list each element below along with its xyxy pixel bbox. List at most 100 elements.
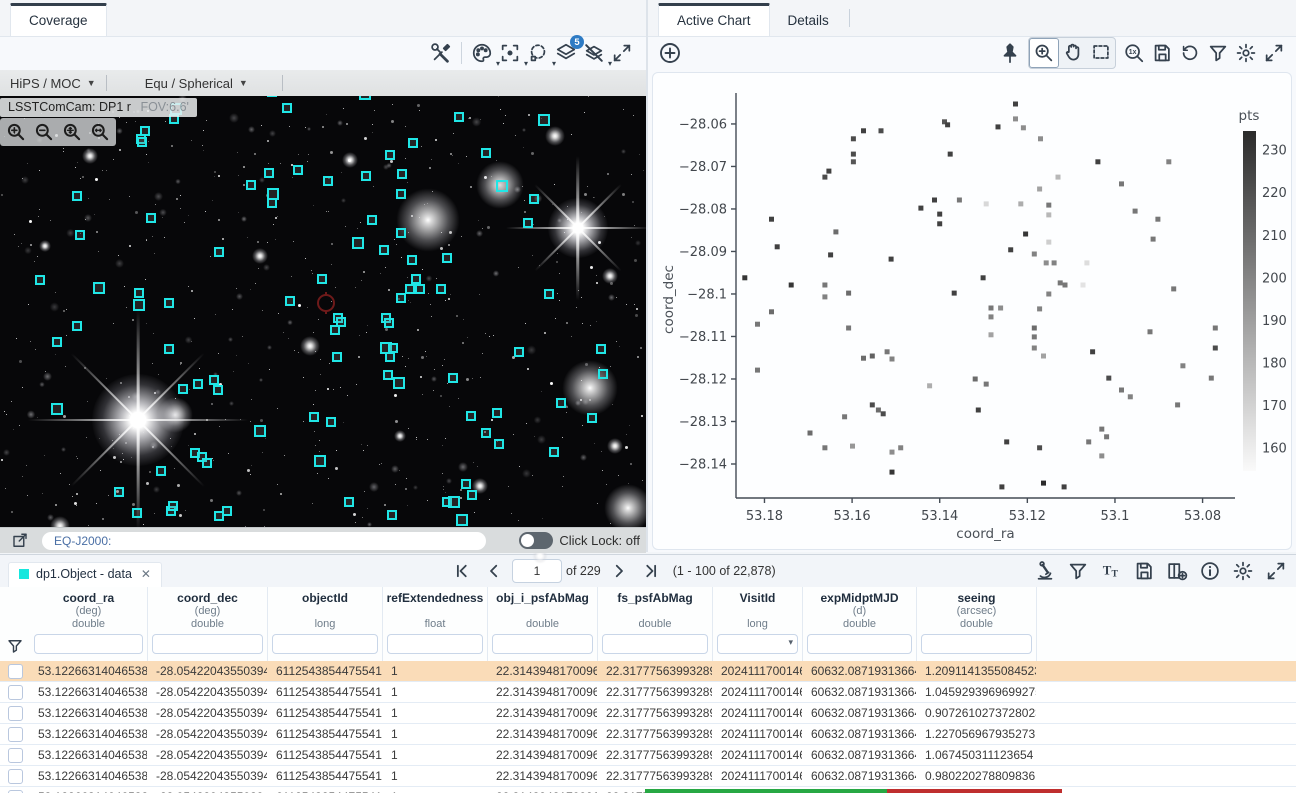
catalog-marker[interactable] xyxy=(448,373,458,383)
save-icon[interactable] xyxy=(1130,557,1158,585)
zoom-fit-icon[interactable] xyxy=(60,120,84,144)
catalog-marker[interactable] xyxy=(214,247,224,257)
catalog-marker[interactable] xyxy=(467,490,477,500)
catalog-marker[interactable] xyxy=(267,198,277,208)
catalog-marker[interactable] xyxy=(397,169,407,179)
catalog-marker[interactable] xyxy=(596,344,606,354)
catalog-marker[interactable] xyxy=(538,114,550,126)
catalog-marker[interactable] xyxy=(246,180,256,190)
row-filter-icon[interactable] xyxy=(0,587,30,661)
catalog-marker[interactable] xyxy=(598,369,608,379)
projection-dropdown[interactable]: Equ / Spherical ▼ xyxy=(135,76,258,91)
catalog-marker[interactable] xyxy=(137,137,147,147)
catalog-marker[interactable] xyxy=(494,439,504,449)
column-header-fs_psfAbMag[interactable]: fs_psfAbMag double xyxy=(598,587,713,661)
catalog-marker[interactable] xyxy=(75,230,85,240)
plus-circle-icon[interactable] xyxy=(656,39,684,67)
row-checkbox[interactable] xyxy=(8,664,23,679)
expand-icon[interactable] xyxy=(1260,39,1288,67)
table-row[interactable]: 53.12266314046538-28.0542204355039476112… xyxy=(0,661,1296,682)
catalog-marker[interactable] xyxy=(411,274,421,284)
table-row[interactable]: 53.12266314046538-28.0542204355039476112… xyxy=(0,724,1296,745)
catalog-marker[interactable] xyxy=(93,282,105,294)
catalog-marker[interactable] xyxy=(285,296,295,306)
catalog-marker[interactable] xyxy=(222,506,232,516)
catalog-marker[interactable] xyxy=(396,189,406,199)
magnifier-1x-icon[interactable]: 1x xyxy=(1120,39,1148,67)
density-scatter-chart[interactable]: −28.06−28.07−28.08−28.09−28.1−28.11−28.1… xyxy=(653,73,1291,549)
column-filter-input[interactable] xyxy=(602,634,708,654)
info-icon[interactable] xyxy=(1196,557,1224,585)
catalog-marker[interactable] xyxy=(293,165,303,175)
catalog-marker[interactable] xyxy=(481,148,491,158)
catalog-marker[interactable] xyxy=(282,103,292,113)
column-header-coord_ra[interactable]: coord_ra (deg) double xyxy=(30,587,148,661)
rect-select-icon[interactable] xyxy=(1087,38,1115,66)
column-filter-input[interactable] xyxy=(921,634,1032,654)
add-column-icon[interactable] xyxy=(1163,557,1191,585)
catalog-marker[interactable] xyxy=(393,377,405,389)
catalog-marker[interactable] xyxy=(496,180,508,192)
catalog-marker[interactable] xyxy=(168,501,178,511)
catalog-marker[interactable] xyxy=(587,413,597,423)
row-checkbox[interactable] xyxy=(8,769,23,784)
catalog-marker[interactable] xyxy=(436,284,446,294)
text-format-icon[interactable]: TT xyxy=(1097,557,1125,585)
catalog-marker[interactable] xyxy=(461,479,471,489)
tab-details[interactable]: Details xyxy=(770,6,847,36)
next-page-button[interactable] xyxy=(605,557,633,585)
layers-off-icon[interactable]: ▾ xyxy=(580,39,608,67)
catalog-marker[interactable] xyxy=(193,379,203,389)
catalog-marker[interactable] xyxy=(448,496,460,508)
row-checkbox[interactable] xyxy=(8,748,23,763)
catalog-marker[interactable] xyxy=(529,194,539,204)
layers-icon[interactable]: 5 xyxy=(552,39,580,67)
catalog-marker[interactable] xyxy=(52,337,62,347)
catalog-marker[interactable] xyxy=(330,325,340,335)
column-header-seeing[interactable]: seeing (arcsec) double xyxy=(917,587,1037,661)
column-filter-input[interactable] xyxy=(152,634,263,654)
catalog-marker[interactable] xyxy=(385,352,395,362)
catalog-marker[interactable] xyxy=(514,347,524,357)
catalog-marker[interactable] xyxy=(556,398,566,408)
row-checkbox[interactable] xyxy=(8,727,23,742)
catalog-marker[interactable] xyxy=(415,284,425,294)
catalog-marker[interactable] xyxy=(454,112,464,122)
catalog-marker[interactable] xyxy=(309,412,319,422)
microscope-icon[interactable] xyxy=(1031,557,1059,585)
catalog-marker[interactable] xyxy=(164,298,174,308)
pin-icon[interactable] xyxy=(996,39,1024,67)
hand-icon[interactable] xyxy=(1059,38,1087,66)
sky-image-view[interactable]: LSSTComCam: DP1 r FOV:6.6' xyxy=(0,96,646,527)
catalog-marker[interactable] xyxy=(213,385,223,395)
first-page-button[interactable] xyxy=(448,557,476,585)
catalog-marker[interactable] xyxy=(264,168,274,178)
column-filter-input[interactable] xyxy=(34,634,143,654)
catalog-marker[interactable] xyxy=(314,455,326,467)
zoom-fill-icon[interactable] xyxy=(88,120,112,144)
catalog-marker[interactable] xyxy=(146,213,156,223)
catalog-marker[interactable] xyxy=(323,176,333,186)
settings-icon[interactable] xyxy=(1229,557,1257,585)
filter-icon[interactable] xyxy=(1204,39,1232,67)
chart-area[interactable]: −28.06−28.07−28.08−28.09−28.1−28.11−28.1… xyxy=(652,72,1292,550)
catalog-marker[interactable] xyxy=(326,417,336,427)
catalog-marker[interactable] xyxy=(407,255,417,265)
expand-icon[interactable] xyxy=(1262,557,1290,585)
catalog-marker[interactable] xyxy=(456,514,468,526)
tab-coverage[interactable]: Coverage xyxy=(10,3,107,36)
catalog-marker[interactable] xyxy=(202,458,212,468)
settings-icon[interactable] xyxy=(1232,39,1260,67)
row-checkbox[interactable] xyxy=(8,790,23,793)
hips-moc-dropdown[interactable]: HiPS / MOC ▼ xyxy=(0,76,106,91)
catalog-marker[interactable] xyxy=(132,508,142,518)
catalog-marker[interactable] xyxy=(51,403,63,415)
catalog-marker[interactable] xyxy=(209,375,219,385)
click-lock-toggle[interactable] xyxy=(519,532,553,549)
catalog-marker[interactable] xyxy=(332,352,342,362)
catalog-marker[interactable] xyxy=(164,344,174,354)
recenter-icon[interactable]: ▾ xyxy=(496,39,524,67)
save-icon[interactable] xyxy=(1148,39,1176,67)
column-header-obj_i_psfAbMag[interactable]: obj_i_psfAbMag double xyxy=(488,587,598,661)
column-header-refExtendedness[interactable]: refExtendedness float xyxy=(383,587,488,661)
